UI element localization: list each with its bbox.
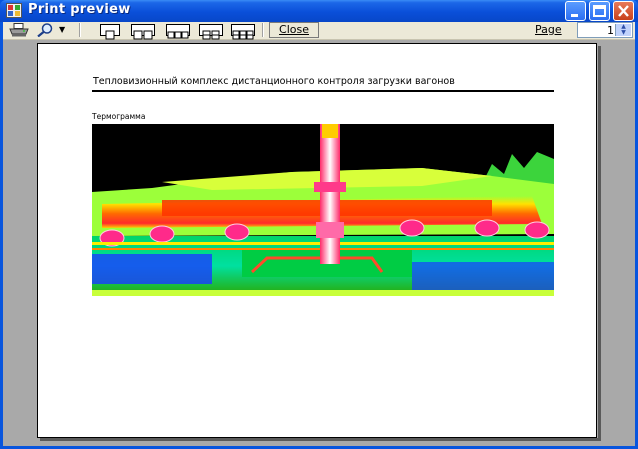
thermogram-image: [92, 124, 554, 296]
page-number-value[interactable]: 1: [607, 24, 614, 37]
page-number-spinner[interactable]: 1 ▲ ▼: [577, 22, 633, 38]
close-window-button[interactable]: [613, 1, 634, 21]
maximize-icon: [593, 5, 606, 17]
close-icon: [618, 5, 629, 17]
minimize-icon: [571, 14, 578, 17]
title-bar[interactable]: Print preview: [0, 0, 638, 22]
document-page: Тепловизионный комплекс дистанционного к…: [37, 43, 597, 438]
spinner-down-icon[interactable]: ▼: [616, 30, 631, 36]
toolbar: ▼ Close Page 1 ▲ ▼: [3, 22, 635, 40]
four-pages-icon[interactable]: [199, 24, 223, 40]
title-underline: [92, 90, 554, 92]
two-pages-icon[interactable]: [131, 24, 155, 40]
minimize-button[interactable]: [565, 1, 586, 21]
print-preview-window: Print preview ▼ Close Page 1 ▲ ▼ Теплови…: [0, 0, 638, 449]
page-shadow: [40, 438, 601, 441]
page-label: Page: [535, 23, 562, 36]
zoom-dropdown-arrow-icon[interactable]: ▼: [59, 23, 69, 37]
preview-area[interactable]: Тепловизионный комплекс дистанционного к…: [3, 40, 635, 446]
document-title: Тепловизионный комплекс дистанционного к…: [93, 76, 455, 87]
app-icon: [6, 3, 22, 18]
toolbar-separator: [262, 23, 264, 37]
three-pages-icon[interactable]: [166, 24, 190, 39]
window-title: Print preview: [28, 2, 131, 17]
toolbar-separator: [79, 23, 81, 37]
page-spinner-buttons[interactable]: ▲ ▼: [615, 24, 631, 36]
one-page-icon[interactable]: [100, 24, 120, 40]
printer-icon[interactable]: [9, 23, 29, 37]
maximize-button[interactable]: [589, 1, 610, 21]
section-label: Термограмма: [92, 112, 146, 121]
page-shadow: [598, 46, 601, 441]
magnifier-icon[interactable]: [35, 23, 57, 37]
close-button[interactable]: Close: [269, 22, 319, 38]
six-pages-icon[interactable]: [231, 24, 255, 40]
